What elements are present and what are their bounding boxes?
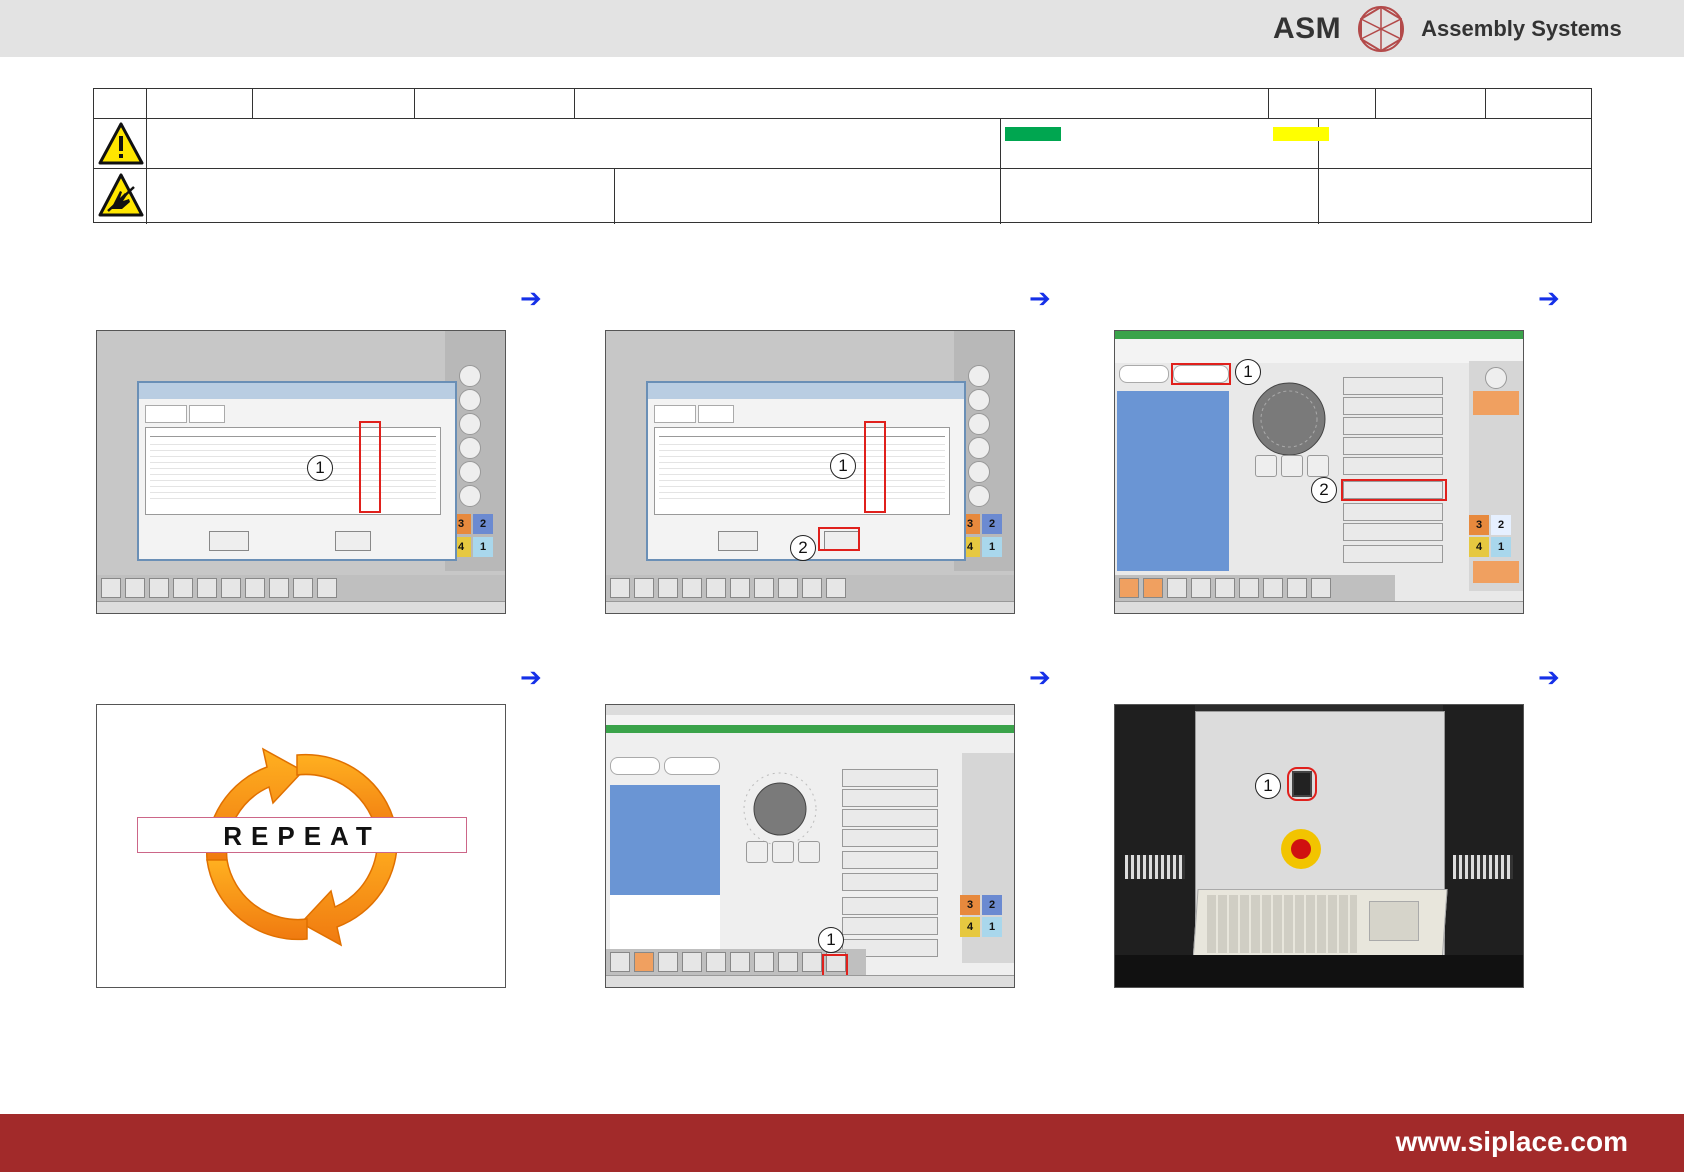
step-1-screenshot: 3 2 4 1 1 (96, 330, 506, 614)
highlight-display-unit (1287, 767, 1317, 801)
reject-and-pick-up-button[interactable] (842, 897, 938, 915)
tab-one-nozzle[interactable] (610, 757, 660, 775)
status-bar (606, 601, 1014, 613)
dialog-title-bar (139, 383, 455, 399)
check-filter-data-dialog (137, 381, 457, 561)
tab-results[interactable] (698, 405, 734, 423)
arrow-right-icon: ➔ (1538, 663, 1560, 693)
arrow-right-icon: ➔ (1538, 284, 1560, 314)
close-button[interactable] (335, 531, 371, 551)
confirm-change-button[interactable] (1343, 397, 1443, 415)
table-header-row (94, 89, 1591, 119)
repeat-label-box: REPEAT (137, 817, 467, 853)
highlight-pick-up-button (1341, 479, 1447, 501)
nozzle-ui-background: 3 2 4 1 1 (606, 705, 1014, 987)
check-filter-data-dialog (646, 381, 966, 561)
callout-1: 1 (307, 455, 333, 481)
tab-results[interactable] (189, 405, 225, 423)
set-another-nozzle-button[interactable] (1343, 377, 1443, 395)
status-yellow-swatch (1273, 127, 1329, 141)
header-bar: ASM Assembly Systems (0, 0, 1684, 57)
repeat-label: REPEAT (223, 821, 381, 851)
status-bar (606, 975, 1014, 987)
step-4-repeat-graphic: REPEAT (96, 704, 506, 988)
footer-bar: www.siplace.com (0, 1114, 1684, 1172)
nozzle-changer-dial-icon (743, 772, 817, 846)
results-table (145, 427, 441, 515)
status-bar (1115, 601, 1523, 613)
reject-and-pick-up-button[interactable] (1343, 503, 1443, 521)
arrow-right-icon: ➔ (520, 284, 542, 314)
warning-triangle-icon (98, 122, 144, 165)
safety-info-table (93, 88, 1592, 224)
highlight-cs-status-column (359, 421, 381, 513)
machine-ui-background: 3 2 4 1 1 (97, 331, 505, 613)
step-2-screenshot: 3 2 4 1 1 2 (605, 330, 1015, 614)
footer-url[interactable]: www.siplace.com (1396, 1126, 1628, 1158)
arrow-right-icon: ➔ (1029, 663, 1051, 693)
return-to-nozzle-changer-button[interactable] (842, 851, 938, 869)
tab-all-nozzles[interactable] (664, 757, 720, 775)
reject-button[interactable] (842, 917, 938, 935)
nozzle-list (610, 785, 720, 895)
callout-1: 1 (1255, 773, 1281, 799)
arrow-right-icon: ➔ (1029, 284, 1051, 314)
step-3-screenshot: 1 2 3 2 4 1 (1114, 330, 1524, 614)
restart-button[interactable] (209, 531, 249, 551)
callout-2: 2 (1311, 477, 1337, 503)
status-green-swatch (1005, 127, 1061, 141)
set-another-nozzle-button[interactable] (842, 769, 938, 787)
callout-1: 1 (830, 453, 856, 479)
dialog-title-bar (648, 383, 964, 399)
reject-button[interactable] (1343, 523, 1443, 541)
nozzle-function-icon[interactable] (802, 952, 822, 972)
asm-logo: ASM Assembly Systems (1273, 5, 1622, 53)
step-5-screenshot: 3 2 4 1 1 (605, 704, 1015, 988)
highlight-close-button (818, 527, 860, 551)
change-with-button[interactable] (842, 829, 938, 847)
callout-1: 1 (818, 927, 844, 953)
bottom-toolbar (1115, 575, 1395, 601)
return-to-nozzle-changer-button[interactable] (1343, 457, 1443, 475)
table-row-warning (94, 119, 1591, 169)
tab-execution[interactable] (654, 405, 696, 423)
logo-tagline: Assembly Systems (1421, 16, 1622, 41)
esd-hand-icon (98, 173, 144, 217)
restart-button[interactable] (718, 531, 758, 551)
tab-one-nozzle[interactable] (1119, 365, 1169, 383)
nozzles-reference-run-button[interactable] (1343, 545, 1443, 563)
machine-ui-background: 3 2 4 1 1 2 (606, 331, 1014, 613)
tab-execution[interactable] (145, 405, 187, 423)
arrow-right-icon: ➔ (520, 663, 542, 693)
nozzle-ui-background: 1 2 3 2 4 1 (1115, 331, 1523, 613)
highlight-cs-status-column (864, 421, 886, 513)
bottom-toolbar (97, 575, 505, 601)
change-with-button[interactable] (1343, 437, 1443, 455)
bottom-toolbar (606, 575, 1014, 601)
asm-logo-mark-icon (1358, 5, 1405, 53)
callout-2: 2 (790, 535, 816, 561)
confirm-change-button[interactable] (842, 789, 938, 807)
step-6-machine-photo: 1 (1114, 704, 1524, 988)
nozzle-changer-dial-icon (1252, 382, 1326, 456)
change-button[interactable] (1343, 417, 1443, 435)
table-row-esd (94, 169, 1591, 224)
highlight-all-nozzles-tab (1171, 363, 1231, 385)
nozzle-list (1117, 391, 1229, 571)
results-table (654, 427, 950, 515)
logo-asm-text: ASM (1273, 12, 1342, 45)
change-button[interactable] (842, 809, 938, 827)
status-bar (97, 601, 505, 613)
pick-up-from-nozzle-changer-button[interactable] (842, 873, 938, 891)
